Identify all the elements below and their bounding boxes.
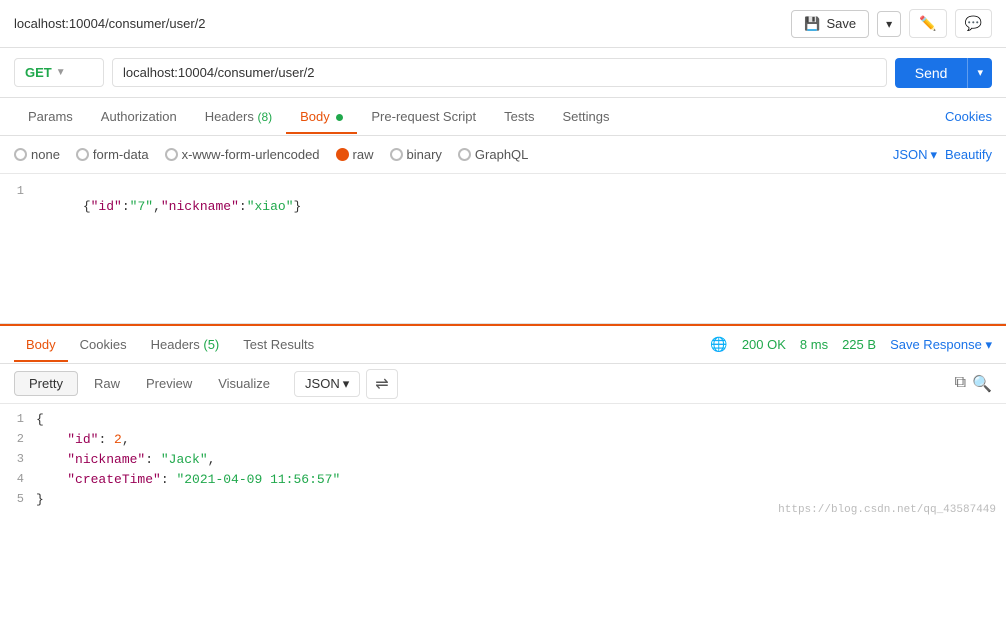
top-actions: 💾 Save ▾ ✏️ 💬 bbox=[791, 9, 992, 38]
body-type-bar: none form-data x-www-form-urlencoded raw… bbox=[0, 136, 1006, 174]
send-button[interactable]: Send bbox=[895, 58, 968, 88]
request-tabs-bar: Params Authorization Headers (8) Body Pr… bbox=[0, 98, 1006, 136]
tab-settings[interactable]: Settings bbox=[549, 101, 624, 134]
save-dropdown-button[interactable]: ▾ bbox=[877, 11, 901, 37]
body-right-controls: JSON ▾ Beautify bbox=[893, 147, 992, 163]
wrap-lines-icon[interactable]: ⇌ bbox=[366, 369, 397, 399]
response-time: 8 ms bbox=[800, 337, 828, 352]
response-status-info: 🌐 200 OK 8 ms 225 B Save Response ▾ bbox=[710, 336, 992, 353]
save-button[interactable]: 💾 Save bbox=[791, 10, 869, 38]
response-tabs-bar: Body Cookies Headers (5) Test Results 🌐 … bbox=[0, 324, 1006, 364]
tab-headers[interactable]: Headers (8) bbox=[191, 101, 286, 134]
watermark: https://blog.csdn.net/qq_43587449 bbox=[778, 504, 996, 516]
resp-line-1: 1 { bbox=[0, 412, 1006, 432]
resp-right-icons: ⧉ 🔍 bbox=[955, 374, 992, 394]
method-select[interactable]: GET ▼ bbox=[14, 58, 104, 87]
pretty-button[interactable]: Pretty bbox=[14, 371, 78, 396]
edit-icon-button[interactable]: ✏️ bbox=[909, 9, 946, 38]
radio-formdata bbox=[76, 148, 89, 161]
resp-json-select[interactable]: JSON ▾ bbox=[294, 371, 360, 397]
radio-graphql bbox=[458, 148, 471, 161]
request-bar: GET ▼ Send ▾ bbox=[0, 48, 1006, 98]
resp-line-2: 2 "id": 2, bbox=[0, 432, 1006, 452]
visualize-format-tab[interactable]: Visualize bbox=[208, 372, 280, 395]
body-dot-indicator bbox=[336, 114, 343, 121]
url-input[interactable] bbox=[112, 58, 887, 87]
body-type-graphql[interactable]: GraphQL bbox=[458, 147, 528, 162]
json-arrow-icon: ▾ bbox=[930, 147, 937, 163]
body-type-raw[interactable]: raw bbox=[336, 147, 374, 162]
req-code-line-1: 1 {"id":"7","nickname":"xiao"} bbox=[0, 184, 1006, 229]
radio-none bbox=[14, 148, 27, 161]
top-url: localhost:10004/consumer/user/2 bbox=[14, 16, 206, 31]
body-type-urlencoded[interactable]: x-www-form-urlencoded bbox=[165, 147, 320, 162]
search-icon[interactable]: 🔍 bbox=[972, 374, 992, 394]
resp-tab-test-results[interactable]: Test Results bbox=[231, 329, 326, 362]
response-size: 225 B bbox=[842, 337, 876, 352]
save-response-button[interactable]: Save Response ▾ bbox=[890, 337, 992, 353]
top-bar: localhost:10004/consumer/user/2 💾 Save ▾… bbox=[0, 0, 1006, 48]
save-response-arrow-icon: ▾ bbox=[985, 337, 992, 352]
resp-tab-cookies[interactable]: Cookies bbox=[68, 329, 139, 362]
resp-tab-body[interactable]: Body bbox=[14, 329, 68, 362]
status-code: 200 OK bbox=[742, 337, 786, 352]
response-section: Body Cookies Headers (5) Test Results 🌐 … bbox=[0, 324, 1006, 520]
response-body: 1 { 2 "id": 2, 3 "nickname": "Jack", 4 "… bbox=[0, 404, 1006, 520]
resp-line-3: 3 "nickname": "Jack", bbox=[0, 452, 1006, 472]
preview-format-tab[interactable]: Preview bbox=[136, 372, 202, 395]
resp-line-4: 4 "createTime": "2021-04-09 11:56:57" bbox=[0, 472, 1006, 492]
copy-icon[interactable]: ⧉ bbox=[955, 374, 966, 394]
tab-params[interactable]: Params bbox=[14, 101, 87, 134]
tab-body[interactable]: Body bbox=[286, 101, 357, 134]
resp-json-arrow-icon: ▾ bbox=[343, 376, 350, 392]
method-arrow-icon: ▼ bbox=[56, 67, 66, 78]
send-group: Send ▾ bbox=[895, 58, 992, 88]
body-type-formdata[interactable]: form-data bbox=[76, 147, 149, 162]
beautify-button[interactable]: Beautify bbox=[945, 147, 992, 162]
tab-authorization[interactable]: Authorization bbox=[87, 101, 191, 134]
body-type-none[interactable]: none bbox=[14, 147, 60, 162]
globe-icon: 🌐 bbox=[710, 336, 727, 353]
comment-icon-button[interactable]: 💬 bbox=[955, 9, 992, 38]
response-format-bar: Pretty Raw Preview Visualize JSON ▾ ⇌ ⧉ … bbox=[0, 364, 1006, 404]
json-format-select[interactable]: JSON ▾ bbox=[893, 147, 937, 163]
save-icon: 💾 bbox=[804, 16, 820, 32]
raw-format-tab[interactable]: Raw bbox=[84, 372, 130, 395]
tab-prerequest[interactable]: Pre-request Script bbox=[357, 101, 490, 134]
radio-urlencoded bbox=[165, 148, 178, 161]
send-dropdown-button[interactable]: ▾ bbox=[967, 58, 992, 88]
cookies-link[interactable]: Cookies bbox=[945, 109, 992, 124]
tab-tests[interactable]: Tests bbox=[490, 101, 548, 134]
body-type-binary[interactable]: binary bbox=[390, 147, 442, 162]
request-body-editor[interactable]: 1 {"id":"7","nickname":"xiao"} bbox=[0, 174, 1006, 324]
radio-binary bbox=[390, 148, 403, 161]
resp-tab-headers[interactable]: Headers (5) bbox=[139, 329, 232, 362]
radio-raw bbox=[336, 148, 349, 161]
